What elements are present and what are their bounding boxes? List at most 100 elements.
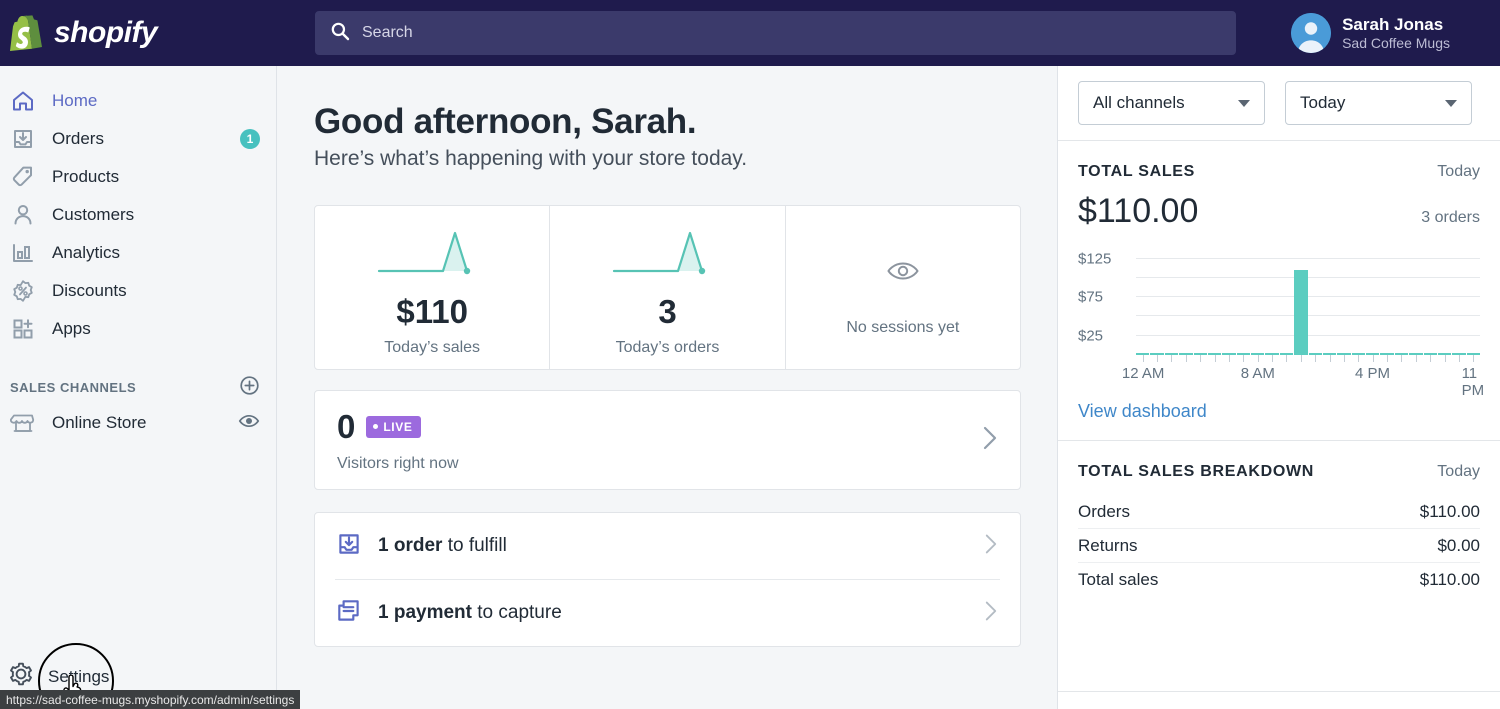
stat-todays-sales[interactable]: $110 Today’s sales [315,206,551,369]
chart-x-tick-label: 12 AM [1121,365,1165,382]
chart-x-axis-labels: 12 AM 8 AM 4 PM 11 PM [1122,365,1484,399]
eye-icon [886,257,920,290]
total-sales-section: TOTAL SALES Today $110.00 3 orders $25 $7… [1058,141,1500,399]
shopify-bag-icon [8,10,48,57]
chart-x-tick [1150,355,1163,363]
date-range-select[interactable]: Today [1285,81,1472,125]
chart-bars [1136,247,1480,355]
task-rest-payment: to capture [471,602,562,623]
top-bar: shopify Search Sarah Jonas Sad Coffee Mu… [0,0,1500,66]
sidebar-item-analytics[interactable]: Analytics [0,234,276,272]
sidebar-item-settings[interactable]: Settings [0,661,277,692]
date-range-value: Today [1300,93,1346,112]
apps-grid-plus-icon [8,314,38,344]
sidebar-label-orders: Orders [52,129,104,148]
task-strong-payment: 1 payment [378,602,472,623]
stat-label-sales: Today’s sales [384,338,481,356]
product-tag-icon [8,162,38,192]
search-icon [330,21,350,46]
chart-y-tick-label: $25 [1078,327,1104,345]
chevron-down-icon [1238,99,1250,107]
task-row-fulfill-order[interactable]: 1 order to fulfill [315,513,1020,579]
sidebar-item-apps[interactable]: Apps [0,310,276,348]
sidebar-item-online-store[interactable]: Online Store [0,404,276,442]
chevron-right-icon[interactable] [984,600,998,627]
stat-sessions-empty[interactable]: No sessions yet [786,206,1020,369]
sidebar-item-orders[interactable]: Orders 1 [0,120,276,158]
total-sales-breakdown-section: TOTAL SALES BREAKDOWN Today Orders $110.… [1058,441,1500,597]
live-badge-label: LIVE [383,419,413,434]
chart-x-tick [1237,355,1250,363]
chart-x-tick [1294,355,1307,363]
search-placeholder: Search [362,24,413,41]
breakdown-period: Today [1437,463,1480,480]
visitors-left: 0 LIVE Visitors right now [337,408,982,473]
status-badge-live: LIVE [366,415,422,438]
search-input[interactable]: Search [315,11,1236,55]
orders-badge: 1 [240,129,260,149]
chevron-right-icon[interactable] [982,425,998,456]
task-rest-order: to fulfill [442,535,507,556]
sidebar: Home Orders 1 Products Customers Analyti… [0,66,277,709]
sidebar-label-products: Products [52,167,120,186]
table-row: Orders $110.00 [1078,495,1480,529]
account-menu[interactable]: Sarah Jonas Sad Coffee Mugs [1291,13,1500,53]
sidebar-label-apps: Apps [52,319,91,338]
stat-todays-orders[interactable]: 3 Today’s orders [550,206,786,369]
breakdown-header: TOTAL SALES BREAKDOWN Today [1078,463,1480,481]
storefront-icon [8,408,38,438]
sidebar-label-online-store: Online Store [52,413,147,432]
orders-inbox-icon [335,530,363,563]
total-sales-header: TOTAL SALES Today [1078,163,1480,181]
channel-filter-select[interactable]: All channels [1078,81,1265,125]
sparkline-orders [602,225,732,283]
chart-x-tick [1208,355,1221,363]
chevron-right-icon[interactable] [984,533,998,560]
view-dashboard-link[interactable]: View dashboard [1078,401,1207,421]
account-text: Sarah Jonas Sad Coffee Mugs [1342,14,1450,53]
chart-x-tick [1165,355,1178,363]
sidebar-label-analytics: Analytics [52,243,121,262]
add-circle-icon[interactable] [239,375,260,399]
chevron-down-icon [1445,99,1457,107]
eye-icon[interactable] [238,410,260,437]
total-sales-title: TOTAL SALES [1078,163,1196,180]
breakdown-value-orders: $110.00 [1419,501,1480,521]
chart-x-tick [1323,355,1336,363]
brand-logo[interactable]: shopify [0,0,277,66]
payment-capture-icon [335,597,363,630]
table-row: Returns $0.00 [1078,529,1480,563]
chart-x-tick [1179,355,1192,363]
user-avatar-icon [1291,13,1332,53]
chart-x-tick [1395,355,1408,363]
chart-x-tick [1136,355,1149,363]
breakdown-table: Orders $110.00 Returns $0.00 Total sales… [1078,495,1480,597]
sidebar-item-discounts[interactable]: Discounts [0,272,276,310]
chart-x-tick [1467,355,1480,363]
gear-icon [8,661,34,692]
task-row-capture-payment[interactable]: 1 payment to capture [315,580,1020,646]
chart-x-tick [1409,355,1422,363]
table-row: Total sales $110.00 [1078,563,1480,597]
status-bar-url: https://sad-coffee-mugs.myshopify.com/ad… [0,690,301,709]
breakdown-value-returns: $0.00 [1437,535,1480,555]
breakdown-label-total: Total sales [1078,570,1159,589]
sidebar-item-home[interactable]: Home [0,82,276,120]
total-sales-value-row: $110.00 3 orders [1078,181,1480,231]
visitors-label: Visitors right now [337,454,459,472]
total-sales-orders-note: 3 orders [1421,209,1480,226]
chart-x-tick [1438,355,1451,363]
sidebar-item-products[interactable]: Products [0,158,276,196]
task-text-capture-payment: 1 payment to capture [378,602,969,624]
visitors-card[interactable]: 0 LIVE Visitors right now [314,390,1021,490]
chart-x-tick-label: 8 AM [1240,365,1275,382]
sidebar-item-customers[interactable]: Customers [0,196,276,234]
insights-rail: All channels Today TOTAL SALES Today $11… [1057,66,1500,709]
chart-x-tick [1337,355,1350,363]
chart-bar[interactable] [1294,270,1308,355]
chart-y-tick-label: $125 [1078,250,1112,268]
settings-label: Settings [48,666,110,686]
account-store: Sad Coffee Mugs [1342,34,1450,51]
channel-filter-value: All channels [1093,93,1185,112]
